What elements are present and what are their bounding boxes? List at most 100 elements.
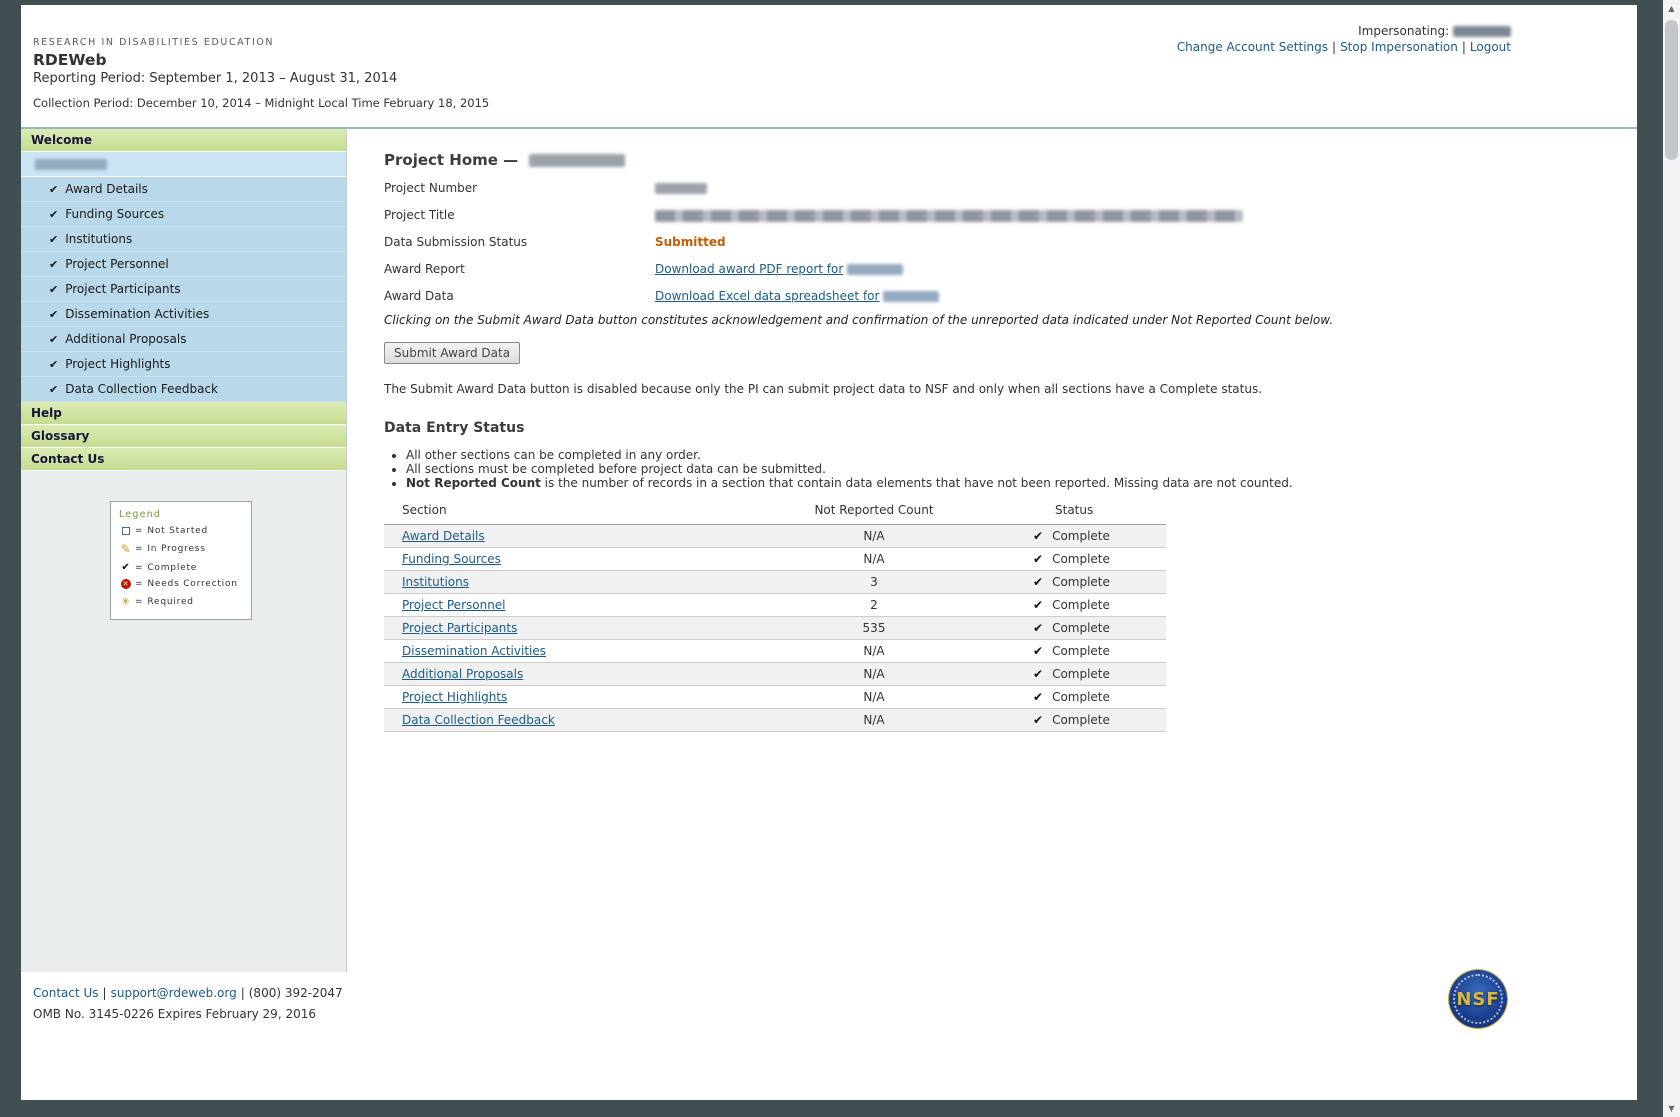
complete-check-icon: ✔ <box>1033 552 1043 566</box>
sidebar-item-label: Funding Sources <box>65 207 164 221</box>
submit-award-data-button[interactable]: Submit Award Data <box>384 342 520 364</box>
bullet-text: All sections must be completed before pr… <box>406 462 826 476</box>
not-reported-count: 535 <box>799 617 949 640</box>
sidebar-item-help[interactable]: Help <box>21 402 346 425</box>
bullet-item: All sections must be completed before pr… <box>406 462 1637 476</box>
legend-equals: = <box>135 579 143 589</box>
legend-row: = Required <box>119 595 243 608</box>
section-link-data-collection-feedback[interactable]: Data Collection Feedback <box>402 713 555 727</box>
sidebar-item-label: Project Personnel <box>65 257 169 271</box>
table-row: Award Details N/A ✔Complete <box>384 525 1166 548</box>
section-link-project-personnel[interactable]: Project Personnel <box>402 598 506 612</box>
redacted-value <box>655 210 1243 222</box>
status-badge: Submitted <box>655 235 726 250</box>
sidebar-item-contact-us[interactable]: Contact Us <box>21 448 346 471</box>
check-icon: ✔ <box>49 383 58 396</box>
check-icon: ✔ <box>49 283 58 296</box>
sidebar-item-label: Institutions <box>65 232 132 246</box>
scrollbar-thumb[interactable] <box>1665 20 1678 160</box>
sidebar-item-project-participants[interactable]: ✔ Project Participants <box>21 277 346 302</box>
legend-row: = Complete <box>119 562 243 573</box>
data-entry-status-bullets: All other sections can be completed in a… <box>384 448 1637 490</box>
table-row: Project Highlights N/A ✔Complete <box>384 686 1166 709</box>
not-reported-count: N/A <box>799 525 949 548</box>
footer-email-link[interactable]: support@rdeweb.org <box>111 986 237 1000</box>
sidebar-item-project-personnel[interactable]: ✔ Project Personnel <box>21 252 346 277</box>
not-started-icon <box>119 527 133 535</box>
not-reported-count: N/A <box>799 663 949 686</box>
legend-label: In Progress <box>147 544 205 554</box>
check-icon: ✔ <box>49 333 58 346</box>
stop-impersonation-link[interactable]: Stop Impersonation <box>1340 40 1458 54</box>
complete-check-icon: ✔ <box>1033 690 1043 704</box>
page: RESEARCH IN DISABILITIES EDUCATION RDEWe… <box>21 5 1637 1100</box>
sidebar-item-award-details[interactable]: ✔Award Details <box>21 177 346 202</box>
data-entry-status-heading: Data Entry Status <box>384 420 1637 436</box>
section-link-project-participants[interactable]: Project Participants <box>402 621 517 635</box>
check-icon: ✔ <box>49 233 58 246</box>
legend: Legend = Not Started = In Progress = Com… <box>110 501 252 620</box>
sidebar-item-project-highlights[interactable]: ✔ Project Highlights <box>21 352 346 377</box>
complete-check-icon: ✔ <box>1033 575 1043 589</box>
download-excel-data-link[interactable]: Download Excel data spreadsheet for <box>655 289 879 303</box>
complete-check-icon: ✔ <box>1033 713 1043 727</box>
column-header-not-reported-count: Not Reported Count <box>799 499 949 525</box>
legend-label: Not Started <box>147 526 208 536</box>
sidebar-item-label: Project Highlights <box>65 357 170 371</box>
sidebar-item-additional-proposals[interactable]: ✔ Additional Proposals <box>21 327 346 352</box>
section-link-additional-proposals[interactable]: Additional Proposals <box>402 667 523 681</box>
legend-row: = Not Started <box>119 526 243 536</box>
sidebar-item-data-collection-feedback[interactable]: ✔ Data Collection Feedback <box>21 377 346 402</box>
complete-check-icon: ✔ <box>1033 529 1043 543</box>
page-header: RESEARCH IN DISABILITIES EDUCATION RDEWe… <box>21 5 1637 127</box>
legend-label: Needs Correction <box>147 579 237 589</box>
section-link-funding-sources[interactable]: Funding Sources <box>402 552 501 566</box>
status-label: Complete <box>1052 575 1110 589</box>
table-header-row: Section Not Reported Count Status <box>384 499 1166 525</box>
footer-contact-line: Contact Us|support@rdeweb.org|(800) 392-… <box>33 986 1637 1000</box>
vertical-scrollbar[interactable] <box>1663 0 1680 1117</box>
link-separator: | <box>1462 40 1466 54</box>
status-label: Complete <box>1052 552 1110 566</box>
logout-link[interactable]: Logout <box>1470 40 1511 54</box>
main-content: Project Home — Project Number Project Ti… <box>347 129 1637 972</box>
field-label: Project Number <box>384 181 655 196</box>
check-icon: ✔ <box>49 358 58 371</box>
status-label: Complete <box>1052 644 1110 658</box>
section-link-award-details[interactable]: Award Details <box>402 529 485 543</box>
field-submission-status: Data Submission Status Submitted <box>384 235 1637 250</box>
section-link-institutions[interactable]: Institutions <box>402 575 469 589</box>
check-icon: ✔ <box>49 258 58 271</box>
footer-separator: | <box>103 986 107 1000</box>
complete-check-icon: ✔ <box>1033 667 1043 681</box>
complete-check-icon: ✔ <box>1033 621 1043 635</box>
footer-contact-us-link[interactable]: Contact Us <box>33 986 99 1000</box>
sidebar-item-label: Additional Proposals <box>65 332 186 346</box>
field-label: Data Submission Status <box>384 235 655 250</box>
sidebar-item-funding-sources[interactable]: ✔Funding Sources <box>21 202 346 227</box>
table-row: Project Personnel 2 ✔Complete <box>384 594 1166 617</box>
not-reported-count: N/A <box>799 548 949 571</box>
field-label: Award Report <box>384 262 655 277</box>
bullet-bold: Not Reported Count <box>406 476 541 490</box>
sidebar-item-current-project[interactable] <box>21 152 346 177</box>
sidebar-item-welcome[interactable]: Welcome <box>21 129 346 152</box>
redacted-value <box>883 291 939 302</box>
status-label: Complete <box>1052 598 1110 612</box>
download-pdf-report-link[interactable]: Download award PDF report for <box>655 262 843 276</box>
section-link-project-highlights[interactable]: Project Highlights <box>402 690 507 704</box>
not-reported-count: N/A <box>799 640 949 663</box>
sidebar-item-label: Project Participants <box>65 282 180 296</box>
scrollbar-up-arrow-icon[interactable] <box>1663 0 1680 17</box>
scrollbar-down-arrow-icon[interactable] <box>1663 1100 1680 1117</box>
sidebar-item-dissemination-activities[interactable]: ✔Dissemination Activities <box>21 302 346 327</box>
page-footer: Contact Us|support@rdeweb.org|(800) 392-… <box>21 972 1637 1098</box>
sidebar-item-glossary[interactable]: Glossary <box>21 425 346 448</box>
bullet-text: is the number of records in a section th… <box>541 476 1293 490</box>
section-link-dissemination-activities[interactable]: Dissemination Activities <box>402 644 546 658</box>
check-icon: ✔ <box>49 183 58 196</box>
sidebar-item-institutions[interactable]: ✔ Institutions <box>21 227 346 252</box>
collection-period: Collection Period: December 10, 2014 – M… <box>33 96 1637 110</box>
change-account-settings-link[interactable]: Change Account Settings <box>1177 40 1328 54</box>
sidebar-item-label: Data Collection Feedback <box>65 382 218 396</box>
